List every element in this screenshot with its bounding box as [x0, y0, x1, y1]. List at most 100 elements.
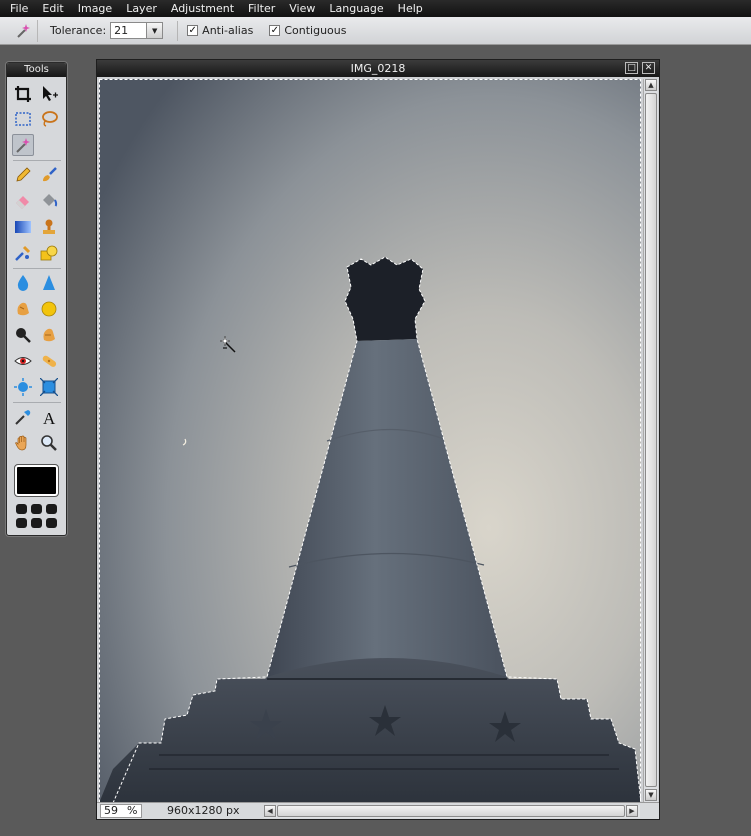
anti-alias-label: Anti-alias: [202, 24, 254, 37]
blur-tool[interactable]: [12, 272, 34, 294]
dodge-icon: [43, 328, 55, 342]
crop-tool[interactable]: [12, 83, 34, 105]
marquee-icon: [15, 112, 31, 126]
eraser-icon: [16, 196, 29, 209]
menu-image[interactable]: Image: [71, 0, 119, 17]
color-replace-tool[interactable]: [12, 242, 34, 264]
tolerance-input[interactable]: 21: [110, 22, 149, 39]
tools-palette: Tools A: [6, 62, 67, 536]
menu-bar: File Edit Image Layer Adjustment Filter …: [0, 0, 751, 17]
shape-tool[interactable]: [38, 242, 60, 264]
lasso-tool[interactable]: [38, 108, 60, 130]
arrow-down-icon: ▼: [648, 791, 654, 799]
contiguous-checkbox[interactable]: ✓ Contiguous: [269, 24, 346, 37]
menu-edit[interactable]: Edit: [35, 0, 70, 17]
lasso-icon: [42, 111, 58, 127]
brush-icon: [43, 167, 57, 182]
tools-title[interactable]: Tools: [7, 63, 66, 77]
image-canvas[interactable]: [99, 79, 641, 803]
tolerance-dropdown-button[interactable]: ▼: [146, 22, 164, 39]
crop-icon: [15, 86, 31, 102]
palette-dot[interactable]: [46, 518, 57, 528]
menu-view[interactable]: View: [282, 0, 322, 17]
scroll-up-button[interactable]: ▲: [645, 79, 657, 91]
divider: [13, 402, 61, 403]
menu-file[interactable]: File: [4, 0, 35, 17]
svg-text:A: A: [43, 409, 56, 426]
image-dimensions: 960x1280 px: [167, 804, 240, 817]
pencil-tool[interactable]: [12, 164, 34, 186]
scroll-down-button[interactable]: ▼: [645, 789, 657, 801]
smudge-tool[interactable]: [12, 298, 34, 320]
checkmark-icon: ✓: [187, 25, 199, 36]
zoom-tool[interactable]: [38, 432, 60, 454]
spot-heal-tool[interactable]: [38, 350, 60, 372]
horizontal-scroll-thumb[interactable]: [277, 805, 625, 817]
move-tool[interactable]: [38, 83, 60, 105]
eraser-tool[interactable]: [12, 190, 34, 212]
paint-bucket-icon: [43, 194, 58, 207]
sharpen-icon: [43, 275, 55, 290]
magic-wand-icon: [16, 23, 30, 38]
foreground-color-swatch[interactable]: [14, 464, 59, 497]
arrow-left-icon: ◀: [267, 807, 273, 815]
pinch-tool[interactable]: [38, 376, 60, 398]
spot-heal-icon: [42, 355, 57, 367]
smudge-icon: [17, 302, 29, 316]
chevron-down-icon: ▼: [151, 26, 158, 35]
blur-icon: [17, 275, 29, 291]
zoom-icon: [41, 435, 57, 451]
tool-options-bar: Tolerance: 21 ▼ ✓ Anti-alias ✓ Contiguou…: [0, 17, 751, 45]
menu-language[interactable]: Language: [322, 0, 390, 17]
menu-help[interactable]: Help: [391, 0, 430, 17]
palette-dot[interactable]: [16, 518, 27, 528]
scroll-left-button[interactable]: ◀: [264, 805, 276, 817]
bloat-tool[interactable]: [12, 376, 34, 398]
palette-dot[interactable]: [31, 518, 42, 528]
menu-filter[interactable]: Filter: [241, 0, 282, 17]
red-eye-icon: [14, 357, 32, 365]
paint-bucket-tool[interactable]: [38, 190, 60, 212]
divider: [13, 160, 61, 161]
burn-icon: [16, 328, 31, 343]
column-photo: [99, 79, 641, 803]
color-picker-tool[interactable]: [12, 406, 34, 428]
divider: [177, 20, 179, 41]
close-icon: ✕: [644, 63, 653, 73]
sponge-tool[interactable]: [38, 298, 60, 320]
gradient-tool[interactable]: [12, 216, 34, 238]
scroll-right-button[interactable]: ▶: [626, 805, 638, 817]
burn-tool[interactable]: [12, 324, 34, 346]
anti-alias-checkbox[interactable]: ✓ Anti-alias: [187, 24, 253, 37]
image-window: IMG_0218 □ ✕ ▲ ▼ 59 % 960x1280 px ◀ ▶: [96, 59, 660, 820]
divider: [13, 268, 61, 269]
image-title: IMG_0218: [350, 62, 406, 75]
palette-dot[interactable]: [46, 504, 57, 514]
sponge-icon: [41, 301, 57, 317]
menu-adjustment[interactable]: Adjustment: [164, 0, 241, 17]
hand-tool[interactable]: [12, 432, 34, 454]
magic-wand-tool[interactable]: [12, 134, 34, 156]
image-window-titlebar[interactable]: IMG_0218 □ ✕: [97, 60, 659, 77]
dodge-tool[interactable]: [38, 324, 60, 346]
arrow-right-icon: ▶: [629, 807, 635, 815]
horizontal-scrollbar[interactable]: ◀ ▶: [264, 805, 640, 818]
maximize-button[interactable]: □: [625, 62, 638, 74]
type-tool[interactable]: A: [38, 406, 60, 428]
menu-layer[interactable]: Layer: [119, 0, 164, 17]
shape-icon: [40, 245, 58, 261]
palette-dot[interactable]: [16, 504, 27, 514]
tolerance-label: Tolerance:: [50, 24, 107, 37]
vertical-scroll-thumb[interactable]: [645, 93, 657, 787]
color-replace-icon: [15, 245, 31, 261]
vertical-scrollbar[interactable]: ▲ ▼: [643, 79, 658, 803]
brush-tool[interactable]: [38, 164, 60, 186]
red-eye-tool[interactable]: [12, 350, 34, 372]
close-button[interactable]: ✕: [642, 62, 655, 74]
contiguous-label: Contiguous: [284, 24, 347, 37]
palette-dot[interactable]: [31, 504, 42, 514]
clone-stamp-tool[interactable]: [38, 216, 60, 238]
bloat-icon: [14, 378, 32, 396]
sharpen-tool[interactable]: [38, 272, 60, 294]
marquee-tool[interactable]: [12, 108, 34, 130]
